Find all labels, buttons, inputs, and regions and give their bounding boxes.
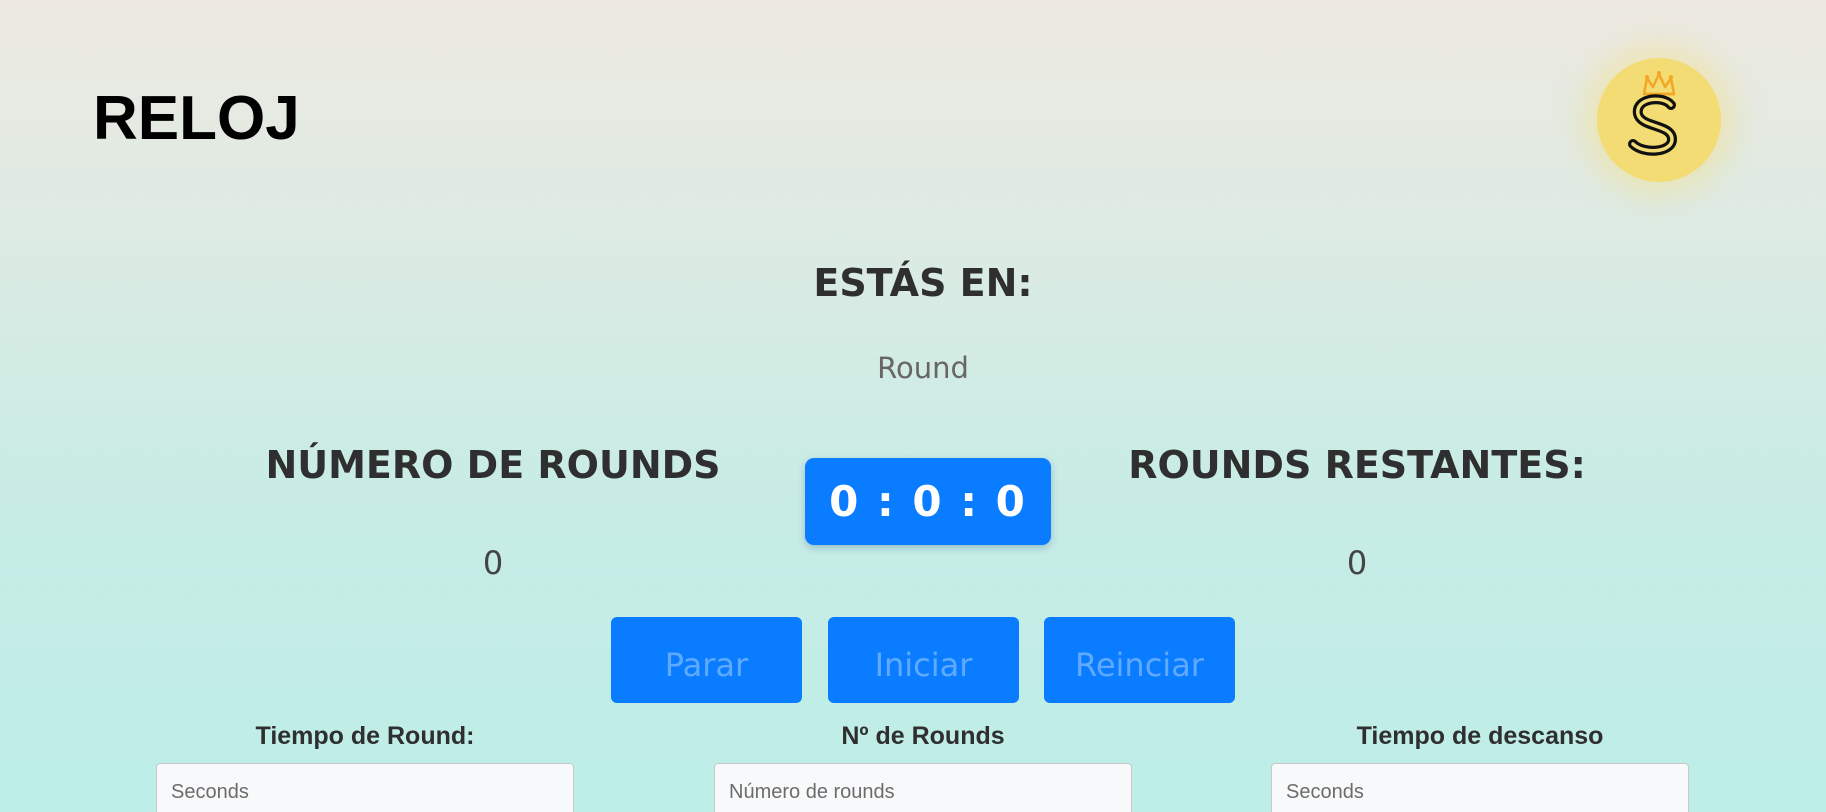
stop-button[interactable]: Parar <box>611 617 802 703</box>
start-button[interactable]: Iniciar <box>828 617 1019 703</box>
brand-logo[interactable] <box>1597 58 1721 182</box>
status-heading: ESTÁS EN: <box>813 261 1033 305</box>
round-time-input[interactable] <box>156 763 574 812</box>
rounds-remaining-heading: ROUNDS RESTANTES: <box>1128 443 1586 487</box>
crowned-s-logo-icon <box>1628 71 1677 156</box>
rounds-number-label: Nº de Rounds <box>841 722 1005 750</box>
rounds-remaining-value: 0 <box>1346 544 1368 582</box>
rest-time-label: Tiempo de descanso <box>1356 722 1604 750</box>
rest-time-input[interactable] <box>1271 763 1689 812</box>
rounds-number-input[interactable] <box>714 763 1132 812</box>
page-title: RELOJ <box>93 84 300 153</box>
current-phase: Round <box>877 351 969 385</box>
reset-button[interactable]: Reinciar <box>1044 617 1235 703</box>
rounds-count-heading: NÚMERO DE ROUNDS <box>265 443 721 487</box>
round-time-label: Tiempo de Round: <box>255 722 475 750</box>
rounds-count-value: 0 <box>482 544 504 582</box>
timer-display: 0 : 0 : 0 <box>805 458 1051 545</box>
